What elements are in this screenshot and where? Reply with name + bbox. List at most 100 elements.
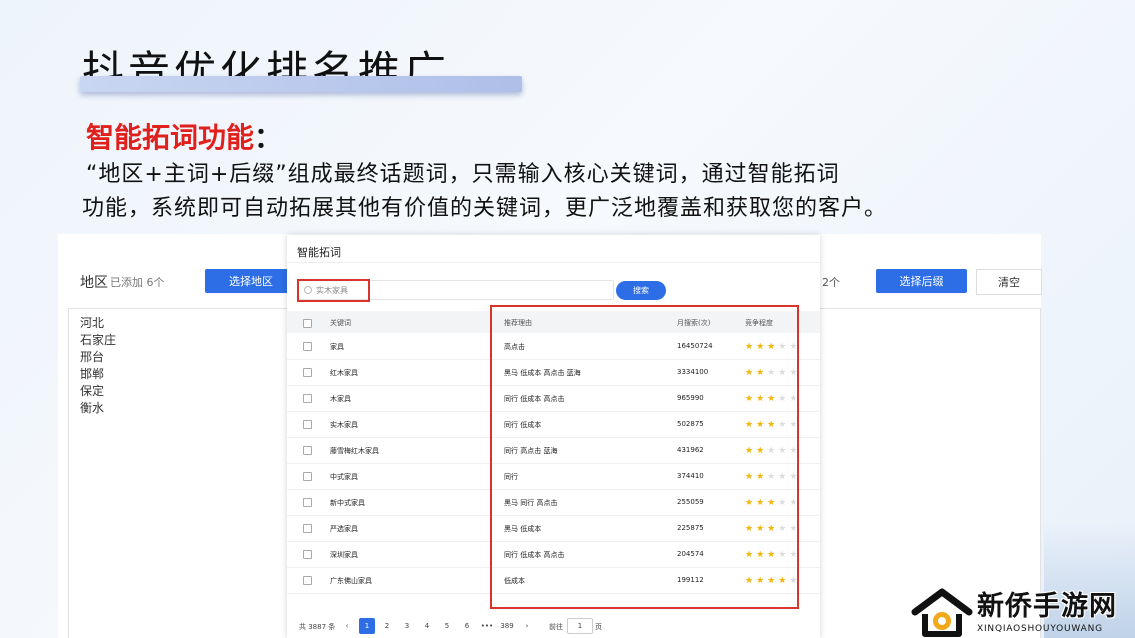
star-icon: ★ <box>745 524 757 534</box>
modal-divider <box>287 262 820 263</box>
star-icon: ★ <box>767 446 779 456</box>
star-icon: ★ <box>756 472 768 482</box>
monthly-search-cell: 502875 <box>677 420 704 428</box>
region-item: 保定 <box>80 384 105 398</box>
star-icon: ★ <box>789 368 801 378</box>
keyword-cell: 广东佛山家具 <box>330 577 372 585</box>
select-all-checkbox[interactable] <box>303 319 312 328</box>
last-page-button[interactable]: 389 <box>499 618 515 634</box>
star-icon: ★ <box>789 524 801 534</box>
star-icon: ★ <box>756 342 768 352</box>
page-button[interactable]: 2 <box>379 618 395 634</box>
table-row[interactable]: 藤雪梅红木家具 同行 高点击 蓝海 431962 ★★★★★ <box>287 437 820 464</box>
table-row[interactable]: 严选家具 黑马 低成本 225875 ★★★★★ <box>287 515 820 542</box>
star-icon: ★ <box>789 446 801 456</box>
select-suffix-button[interactable]: 选择后缀 <box>876 269 967 293</box>
column-reason: 推荐理由 <box>504 319 532 327</box>
monthly-search-cell: 16450724 <box>677 342 713 350</box>
table-row[interactable]: 红木家具 黑马 低成本 高点击 蓝海 3334100 ★★★★★ <box>287 359 820 386</box>
keyword-search-value: 实木家具 <box>316 285 348 295</box>
competition-stars: ★★★★★ <box>745 472 800 482</box>
table-row[interactable]: 新中式家具 黑马 同行 高点击 255059 ★★★★★ <box>287 489 820 516</box>
reason-cell: 高点击 <box>504 343 525 351</box>
row-checkbox[interactable] <box>303 368 312 377</box>
monthly-search-cell: 374410 <box>677 472 704 480</box>
pagination: 共 3887 条 ‹ 123456 ••• 389 › 前往 1 页 <box>287 618 820 634</box>
page-button[interactable]: 5 <box>439 618 455 634</box>
star-icon: ★ <box>789 472 801 482</box>
star-icon: ★ <box>767 394 779 404</box>
star-icon: ★ <box>745 498 757 508</box>
column-monthly-search: 月搜索(次) <box>677 319 711 327</box>
row-checkbox[interactable] <box>303 342 312 351</box>
page-button[interactable]: 4 <box>419 618 435 634</box>
table-row[interactable]: 广东佛山家具 低成本 199112 ★★★★★ <box>287 567 820 594</box>
column-keyword: 关键词 <box>330 319 351 327</box>
star-icon: ★ <box>745 368 757 378</box>
star-icon: ★ <box>756 394 768 404</box>
smart-keyword-modal: 智能拓词 实木家具 搜索 关键词 推荐理由 月搜索(次) 竞争程度 家具 高点击 1… <box>287 235 820 638</box>
table-header: 关键词 推荐理由 月搜索(次) 竞争程度 <box>287 311 820 333</box>
keyword-search-input[interactable]: 实木家具 <box>298 280 614 300</box>
star-icon: ★ <box>778 550 790 560</box>
row-checkbox[interactable] <box>303 394 312 403</box>
reason-cell: 同行 高点击 蓝海 <box>504 447 558 455</box>
competition-stars: ★★★★★ <box>745 394 800 404</box>
page-button[interactable]: 3 <box>399 618 415 634</box>
keyword-cell: 中式家具 <box>330 473 358 481</box>
star-icon: ★ <box>767 472 779 482</box>
monthly-search-cell: 199112 <box>677 576 704 584</box>
table-row[interactable]: 木家具 同行 低成本 高点击 965990 ★★★★★ <box>287 385 820 412</box>
star-icon: ★ <box>756 420 768 430</box>
star-icon: ★ <box>789 498 801 508</box>
competition-stars: ★★★★★ <box>745 576 800 586</box>
row-checkbox[interactable] <box>303 498 312 507</box>
row-checkbox[interactable] <box>303 420 312 429</box>
suffix-added-count: 2个 <box>822 276 840 289</box>
section-heading: 智能拓词功能： <box>86 116 282 156</box>
search-icon <box>304 286 312 294</box>
star-icon: ★ <box>756 446 768 456</box>
pagination-ellipsis[interactable]: ••• <box>479 618 495 634</box>
monthly-search-cell: 255059 <box>677 498 704 506</box>
region-item: 邢台 <box>80 350 105 364</box>
row-checkbox[interactable] <box>303 472 312 481</box>
reason-cell: 同行 低成本 高点击 <box>504 551 565 559</box>
page-suffix: 页 <box>595 623 602 631</box>
star-icon: ★ <box>767 342 779 352</box>
star-icon: ★ <box>778 420 790 430</box>
table-row[interactable]: 中式家具 同行 374410 ★★★★★ <box>287 463 820 490</box>
select-region-button[interactable]: 选择地区 <box>205 269 297 293</box>
star-icon: ★ <box>756 550 768 560</box>
section-heading-text: 智能拓词功能 <box>86 121 255 154</box>
prev-page-button[interactable]: ‹ <box>339 618 355 634</box>
next-page-button[interactable]: › <box>519 618 535 634</box>
clear-button[interactable]: 清空 <box>976 269 1042 295</box>
row-checkbox[interactable] <box>303 576 312 585</box>
star-icon: ★ <box>778 342 790 352</box>
house-logo-icon <box>911 588 973 637</box>
table-row[interactable]: 实木家具 同行 低成本 502875 ★★★★★ <box>287 411 820 438</box>
star-icon: ★ <box>767 550 779 560</box>
modal-title: 智能拓词 <box>297 246 341 259</box>
star-icon: ★ <box>756 576 768 586</box>
table-row[interactable]: 家具 高点击 16450724 ★★★★★ <box>287 333 820 360</box>
row-checkbox[interactable] <box>303 524 312 533</box>
page-button[interactable]: 6 <box>459 618 475 634</box>
region-item: 河北 <box>80 316 105 330</box>
search-button[interactable]: 搜索 <box>616 281 666 300</box>
star-icon: ★ <box>778 394 790 404</box>
reason-cell: 同行 <box>504 473 518 481</box>
star-icon: ★ <box>745 394 757 404</box>
star-icon: ★ <box>767 524 779 534</box>
column-competition: 竞争程度 <box>745 319 773 327</box>
star-icon: ★ <box>745 472 757 482</box>
row-checkbox[interactable] <box>303 446 312 455</box>
table-row[interactable]: 深圳家具 同行 低成本 高点击 204574 ★★★★★ <box>287 541 820 568</box>
monthly-search-cell: 965990 <box>677 394 704 402</box>
page-button[interactable]: 1 <box>359 618 375 634</box>
row-checkbox[interactable] <box>303 550 312 559</box>
goto-page-input[interactable]: 1 <box>567 618 593 634</box>
monthly-search-cell: 204574 <box>677 550 704 558</box>
star-icon: ★ <box>745 446 757 456</box>
